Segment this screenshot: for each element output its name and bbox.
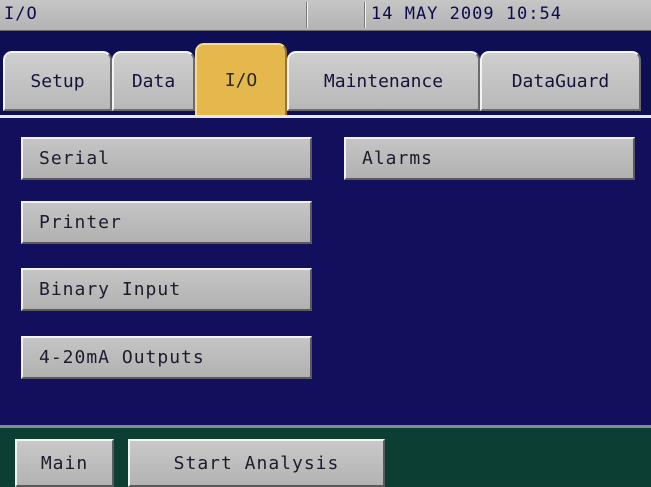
start-analysis-button[interactable]: Start Analysis bbox=[128, 439, 385, 487]
main-button[interactable]: Main bbox=[15, 439, 114, 487]
tab-label: I/O bbox=[224, 70, 258, 91]
printer-button[interactable]: Printer bbox=[21, 201, 312, 244]
binary-input-button[interactable]: Binary Input bbox=[21, 268, 312, 311]
tab-io[interactable]: I/O bbox=[195, 43, 287, 118]
status-divider bbox=[306, 2, 308, 28]
tab-label: Setup bbox=[30, 70, 85, 92]
footer-bar: Main Start Analysis bbox=[0, 425, 651, 487]
binary-input-label: Binary Input bbox=[39, 279, 182, 300]
serial-button[interactable]: Serial bbox=[21, 137, 312, 180]
tab-dataguard[interactable]: DataGuard bbox=[480, 51, 641, 111]
date-time: 14 MAY 2009 10:54 bbox=[371, 4, 562, 24]
alarms-label: Alarms bbox=[362, 148, 434, 169]
start-analysis-label: Start Analysis bbox=[173, 452, 340, 474]
tab-label: Maintenance bbox=[323, 70, 444, 92]
printer-label: Printer bbox=[39, 212, 122, 233]
tab-label: DataGuard bbox=[511, 70, 610, 92]
status-bar: I/O 14 MAY 2009 10:54 bbox=[0, 0, 651, 31]
tab-underline bbox=[0, 115, 651, 118]
status-divider bbox=[364, 2, 366, 28]
io-screen: I/O 14 MAY 2009 10:54 Setup Data I/O Mai… bbox=[0, 0, 651, 487]
serial-label: Serial bbox=[39, 148, 111, 169]
tab-bar: Setup Data I/O Maintenance DataGuard bbox=[0, 31, 651, 118]
outputs-4-20ma-label: 4-20mA Outputs bbox=[39, 347, 205, 368]
outputs-4-20ma-button[interactable]: 4-20mA Outputs bbox=[21, 336, 312, 379]
tab-setup[interactable]: Setup bbox=[3, 51, 112, 111]
tab-maintenance[interactable]: Maintenance bbox=[287, 51, 480, 111]
screen-title: I/O bbox=[4, 4, 38, 24]
main-label: Main bbox=[40, 452, 89, 474]
alarms-button[interactable]: Alarms bbox=[344, 137, 635, 180]
tab-label: Data bbox=[131, 70, 176, 92]
tab-data[interactable]: Data bbox=[112, 51, 195, 111]
